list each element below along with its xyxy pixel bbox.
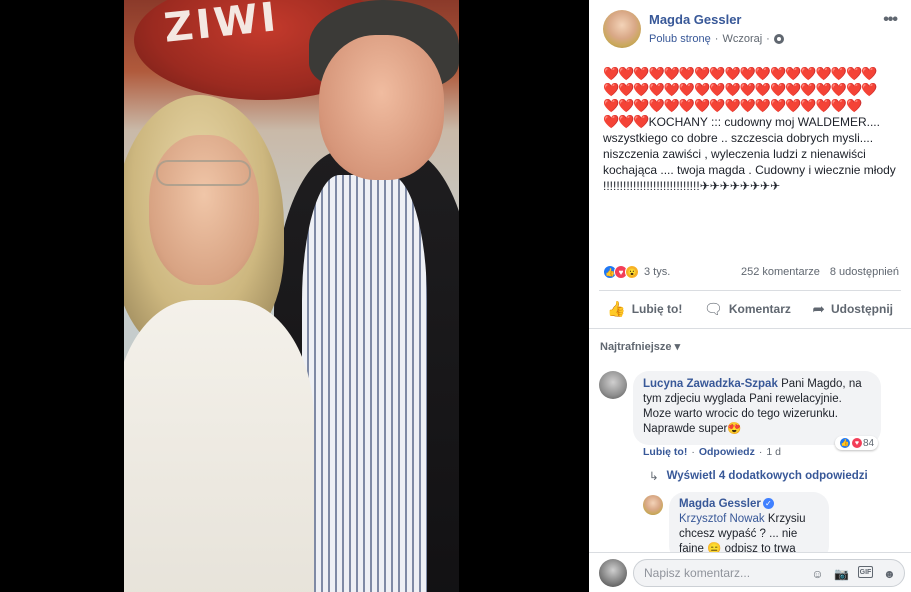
dot-separator: · <box>691 446 695 458</box>
photo-viewer: ZIWI Magda Gessler Polub stronę · Wczora… <box>0 0 911 592</box>
post-text: ❤️❤️❤️❤️❤️❤️❤️❤️❤️❤️❤️❤️❤️❤️❤️❤️❤️❤️ ❤️❤… <box>603 66 901 194</box>
camera-icon[interactable]: 📷 <box>834 566 849 581</box>
share-button[interactable]: ➦ Udostępnij <box>804 294 901 324</box>
current-user-avatar[interactable] <box>599 559 627 587</box>
like-button[interactable]: 👍 Lubię to! <box>599 294 690 324</box>
like-reaction-icon: 👍 <box>839 437 851 449</box>
comment-button[interactable]: 🗨 Komentarz <box>696 294 799 324</box>
post-meta: Polub stronę · Wczoraj · <box>649 33 784 45</box>
post-stats: 252 komentarze 8 udostępnień <box>741 266 899 278</box>
comment-input-placeholder: Napisz komentarz... <box>644 566 751 580</box>
planes-emoji: ✈✈✈✈✈✈✈✈ <box>699 179 781 193</box>
verified-badge-icon: ✓ <box>762 498 774 510</box>
divider <box>589 328 911 329</box>
woman-face <box>149 135 259 285</box>
commenter-avatar[interactable] <box>599 371 627 399</box>
comment-reply-link[interactable]: Odpowiedz <box>699 446 755 458</box>
author-name[interactable]: Magda Gessler <box>649 12 742 27</box>
post-actions: 👍 Lubię to! 🗨 Komentarz ➦ Udostępnij <box>599 292 901 326</box>
globe-icon <box>773 34 784 44</box>
love-reaction-icon: ♥ <box>851 437 863 449</box>
view-more-replies-label: Wyświetl 4 dodatkowych odpowiedzi <box>666 470 868 482</box>
comment-label: Komentarz <box>728 302 791 316</box>
emoji-icon[interactable]: ☺ <box>810 566 825 581</box>
post-time[interactable]: Wczoraj <box>722 33 762 45</box>
chevron-down-icon: ▾ <box>674 341 681 353</box>
thumbs-up-icon: 👍 <box>607 301 626 318</box>
composer-tools: ☺ 📷 GIF ☻ <box>810 566 897 581</box>
view-more-replies[interactable]: ↳ Wyświetl 4 dodatkowych odpowiedzi <box>649 469 868 483</box>
sticker-icon[interactable]: ☻ <box>882 566 897 581</box>
hearts-row-1: ❤️❤️❤️❤️❤️❤️❤️❤️❤️❤️❤️❤️❤️❤️❤️❤️❤️❤️ <box>603 66 877 81</box>
reply-mention[interactable]: Krzysztof Nowak <box>679 513 765 525</box>
like-page-link[interactable]: Polub stronę <box>649 33 711 45</box>
comment-reactions[interactable]: 👍 ♥ 84 <box>835 436 879 450</box>
post-side-panel: Magda Gessler Polub stronę · Wczoraj · •… <box>589 0 911 592</box>
hearts-row-2: ❤️❤️❤️❤️❤️❤️❤️❤️❤️❤️❤️❤️❤️❤️❤️❤️❤️❤️ <box>603 82 877 97</box>
dot-separator: · <box>758 446 763 458</box>
man-face <box>319 35 444 180</box>
wow-reaction-icon[interactable]: 😮 <box>625 265 639 279</box>
woman-body <box>124 300 314 592</box>
reactions-bar: 👍 ♥ 😮 3 tys. 252 komentarze 8 udostępnie… <box>603 265 899 279</box>
hearts-row-3: ❤️❤️❤️❤️❤️❤️❤️❤️❤️❤️❤️❤️❤️❤️❤️❤️❤️ <box>603 98 862 113</box>
reply-arrow-icon: ↳ <box>649 471 659 483</box>
comment-composer: Napisz komentarz... ☺ 📷 GIF ☻ <box>589 553 911 592</box>
meta-separator-2: · <box>766 33 770 45</box>
commenter-name[interactable]: Lucyna Zawadzka-Szpak <box>643 378 778 390</box>
comment-count[interactable]: 252 komentarze <box>741 266 820 278</box>
comment-reaction-count: 84 <box>863 437 875 449</box>
reply-author-name[interactable]: Magda Gessler <box>679 498 761 510</box>
post-photo[interactable]: ZIWI <box>124 0 459 592</box>
share-icon: ➦ <box>812 301 825 318</box>
comment-sort-dropdown[interactable]: Najtrafniejsze ▾ <box>600 340 680 353</box>
comment-icon: 🗨 <box>703 301 723 318</box>
more-options-icon[interactable]: ••• <box>883 11 898 29</box>
heart-eyes-emoji: 😍 <box>727 423 742 435</box>
comment-time[interactable]: 1 d <box>766 446 781 458</box>
reply-author-avatar[interactable] <box>643 495 663 515</box>
divider <box>599 290 901 291</box>
like-label: Lubię to! <box>631 302 683 316</box>
comment-like-link[interactable]: Lubię to! <box>643 446 687 458</box>
author-avatar[interactable] <box>603 10 641 48</box>
hearts-row-4: ❤️❤️❤️ <box>603 114 650 129</box>
comment-actions: Lubię to! · Odpowiedz · 1 d <box>643 446 781 458</box>
gif-icon[interactable]: GIF <box>858 566 873 578</box>
comment-bubble: Lucyna Zawadzka-Szpak Pani Magdo, na tym… <box>633 371 881 445</box>
reaction-count[interactable]: 3 tys. <box>644 266 670 278</box>
glasses <box>156 160 251 186</box>
sort-label: Najtrafniejsze <box>600 341 672 353</box>
man-shirt <box>302 175 427 592</box>
share-count[interactable]: 8 udostępnień <box>830 266 899 278</box>
share-label: Udostępnij <box>830 302 893 316</box>
meta-separator: · <box>714 33 719 45</box>
